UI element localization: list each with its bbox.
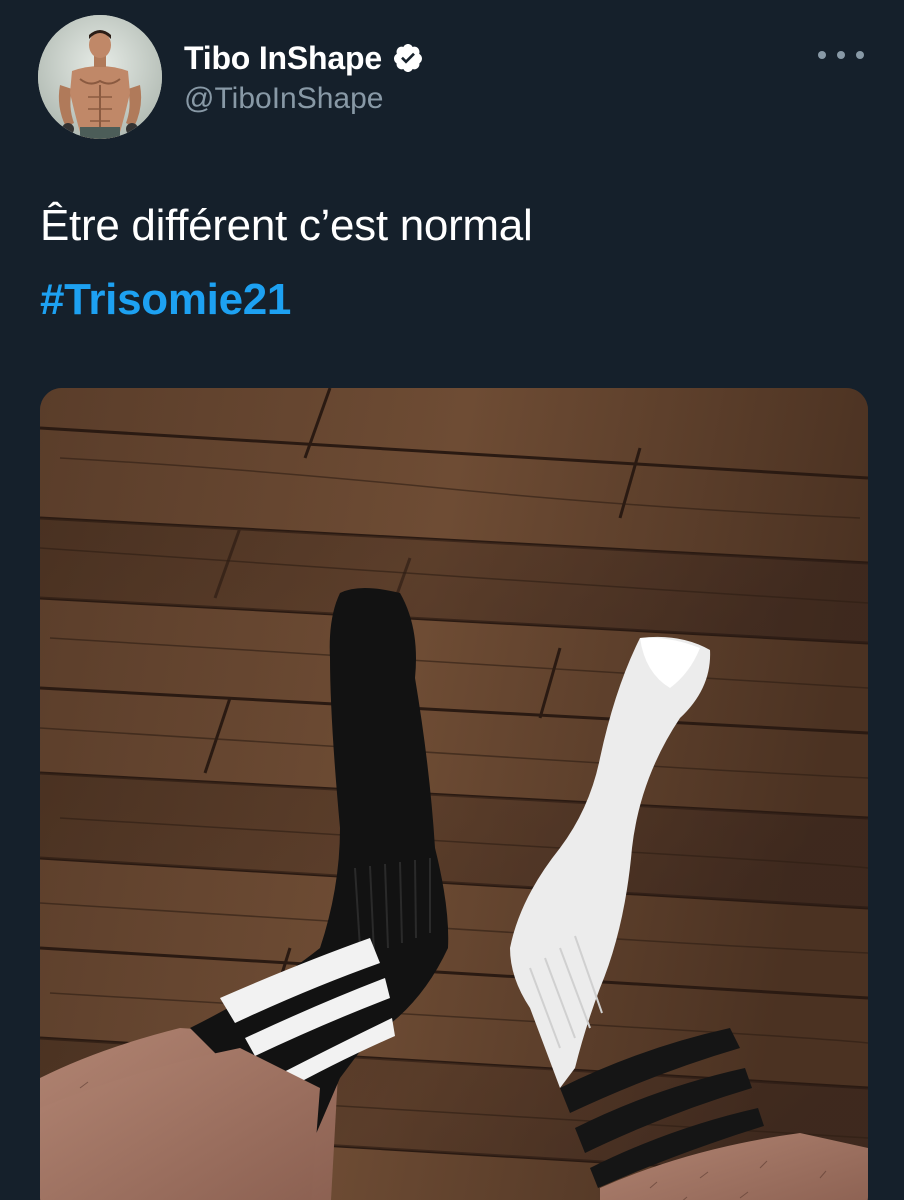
more-horizontal-icon[interactable] — [818, 40, 864, 70]
more-dot — [818, 51, 826, 59]
tweet: Tibo InShape @TiboInShape Être différent… — [0, 0, 904, 1200]
tweet-header: Tibo InShape @TiboInShape — [0, 0, 904, 160]
author-handle[interactable]: @TiboInShape — [184, 82, 383, 116]
verified-badge-icon — [392, 42, 424, 74]
more-dot — [856, 51, 864, 59]
author-name-row[interactable]: Tibo InShape — [184, 38, 424, 78]
more-dot — [837, 51, 845, 59]
tweet-photo[interactable] — [40, 388, 868, 1200]
socks-photo-icon — [40, 388, 868, 1200]
author-avatar[interactable] — [38, 15, 162, 139]
author-display-name[interactable]: Tibo InShape — [184, 40, 382, 77]
tweet-text: Être différent c’est normal — [40, 201, 533, 250]
hashtag-link[interactable]: #Trisomie21 — [40, 270, 291, 330]
